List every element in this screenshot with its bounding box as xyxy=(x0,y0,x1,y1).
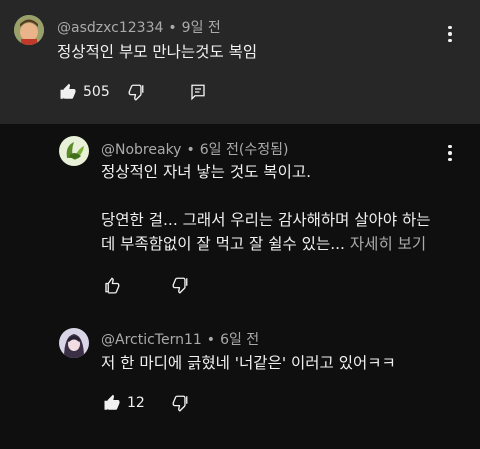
thumb-down-icon xyxy=(172,277,188,294)
reply-text-tail: 데 부족함없이 잘 먹고 잘 쉴수 있는... xyxy=(101,235,350,253)
top-comment: @asdzxc12334 • 9일 전 정상적인 부모 만나는것도 복임 505 xyxy=(0,0,480,124)
reply-author[interactable]: @Nobreaky xyxy=(101,142,181,158)
read-more-link[interactable]: 자세히 보기 xyxy=(350,235,426,253)
meta-separator: • xyxy=(168,20,177,36)
dislike-button[interactable] xyxy=(171,276,189,294)
dislike-button[interactable] xyxy=(127,83,145,101)
reply-meta: @ArcticTern11 • 6일 전 xyxy=(101,329,259,349)
comment-text: 정상적인 부모 만나는것도 복임 xyxy=(57,43,258,61)
more-vertical-icon[interactable] xyxy=(440,141,460,165)
like-count: 12 xyxy=(127,395,145,411)
like-button[interactable] xyxy=(103,276,121,294)
thumb-up-filled-icon xyxy=(104,394,120,410)
reply-text-line: 저 한 마디에 긁혔네 '너같은' 이러고 있어ㅋㅋ xyxy=(101,354,396,372)
reply-time[interactable]: 6일 전 xyxy=(220,332,259,348)
like-count: 505 xyxy=(83,84,110,100)
avatar[interactable] xyxy=(14,15,44,45)
comment-meta: @asdzxc12334 • 9일 전 xyxy=(57,17,221,37)
comment-author[interactable]: @asdzxc12334 xyxy=(57,20,163,36)
thumb-down-icon xyxy=(172,395,188,412)
reply-text-line: 데 부족함없이 잘 먹고 잘 쉴수 있는... 자세히 보기 xyxy=(101,232,426,256)
comment-time[interactable]: 9일 전 xyxy=(182,20,221,36)
dislike-button[interactable] xyxy=(171,394,189,412)
meta-separator: • xyxy=(206,332,216,348)
avatar[interactable] xyxy=(59,328,89,358)
reply-meta: @Nobreaky • 6일 전(수정됨) xyxy=(101,139,288,159)
thumb-up-icon xyxy=(105,277,120,294)
reply-author[interactable]: @ArcticTern11 xyxy=(101,332,202,348)
like-button[interactable] xyxy=(103,394,121,412)
replies-section: @Nobreaky • 6일 전(수정됨) 정상적인 자녀 낳는 것도 복이고. 당… xyxy=(0,124,480,449)
thumb-up-filled-icon xyxy=(60,83,76,99)
avatar[interactable] xyxy=(59,136,89,166)
thumb-down-icon xyxy=(128,84,144,101)
reply-time[interactable]: 6일 전(수정됨) xyxy=(200,142,289,158)
reply-button[interactable] xyxy=(189,83,207,101)
like-button[interactable] xyxy=(59,83,77,101)
more-vertical-icon[interactable] xyxy=(440,22,460,46)
meta-separator: • xyxy=(186,142,195,158)
reply-text-line: 당연한 걸... 그래서 우리는 감사해하며 살아야 하는 xyxy=(101,211,431,229)
reply-icon xyxy=(191,84,205,101)
reply-text-line: 정상적인 자녀 낳는 것도 복이고. xyxy=(101,163,312,181)
